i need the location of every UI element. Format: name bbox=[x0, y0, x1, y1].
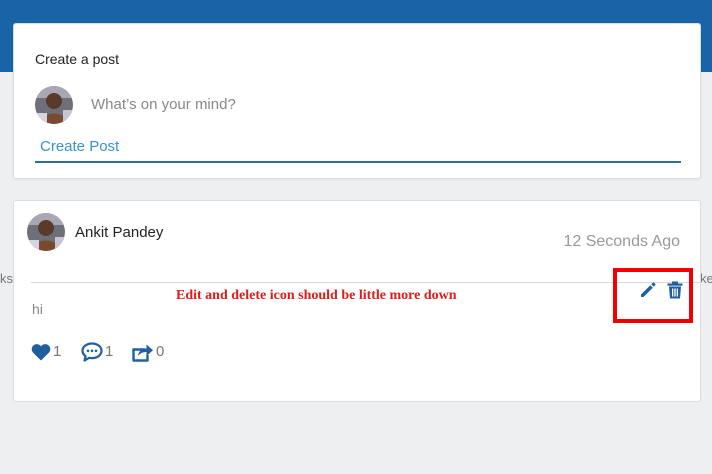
like-button[interactable]: 1 bbox=[31, 341, 61, 363]
background-text-fragment-left: ks bbox=[0, 271, 13, 286]
post-author-name[interactable]: Ankit Pandey bbox=[75, 224, 163, 241]
post-timestamp: 12 Seconds Ago bbox=[563, 233, 680, 250]
comment-icon bbox=[81, 342, 103, 362]
create-post-title: Create a post bbox=[35, 51, 120, 67]
trash-icon[interactable] bbox=[667, 281, 683, 299]
create-post-underline bbox=[35, 161, 681, 163]
post-divider bbox=[31, 282, 703, 283]
create-post-card: Create a post What’s on your mind? Creat… bbox=[13, 23, 701, 179]
comment-button[interactable]: 1 bbox=[81, 341, 113, 363]
whats-on-your-mind-input[interactable]: What’s on your mind? bbox=[91, 96, 236, 113]
avatar bbox=[35, 86, 73, 124]
like-count: 1 bbox=[53, 343, 62, 360]
background-text-fragment-right: ke bbox=[700, 271, 712, 286]
heart-icon bbox=[31, 344, 51, 361]
create-post-button[interactable]: Create Post bbox=[40, 138, 119, 155]
post-body-text: hi bbox=[32, 301, 43, 317]
edit-icon[interactable] bbox=[639, 281, 657, 299]
share-count: 0 bbox=[156, 343, 165, 360]
annotation-note: Edit and delete icon should be little mo… bbox=[176, 288, 457, 303]
share-button[interactable]: 0 bbox=[132, 341, 164, 363]
share-icon bbox=[132, 344, 153, 362]
post-card: Ankit Pandey 12 Seconds Ago Edit and del… bbox=[13, 200, 703, 402]
avatar bbox=[27, 213, 65, 251]
comment-count: 1 bbox=[105, 343, 114, 360]
